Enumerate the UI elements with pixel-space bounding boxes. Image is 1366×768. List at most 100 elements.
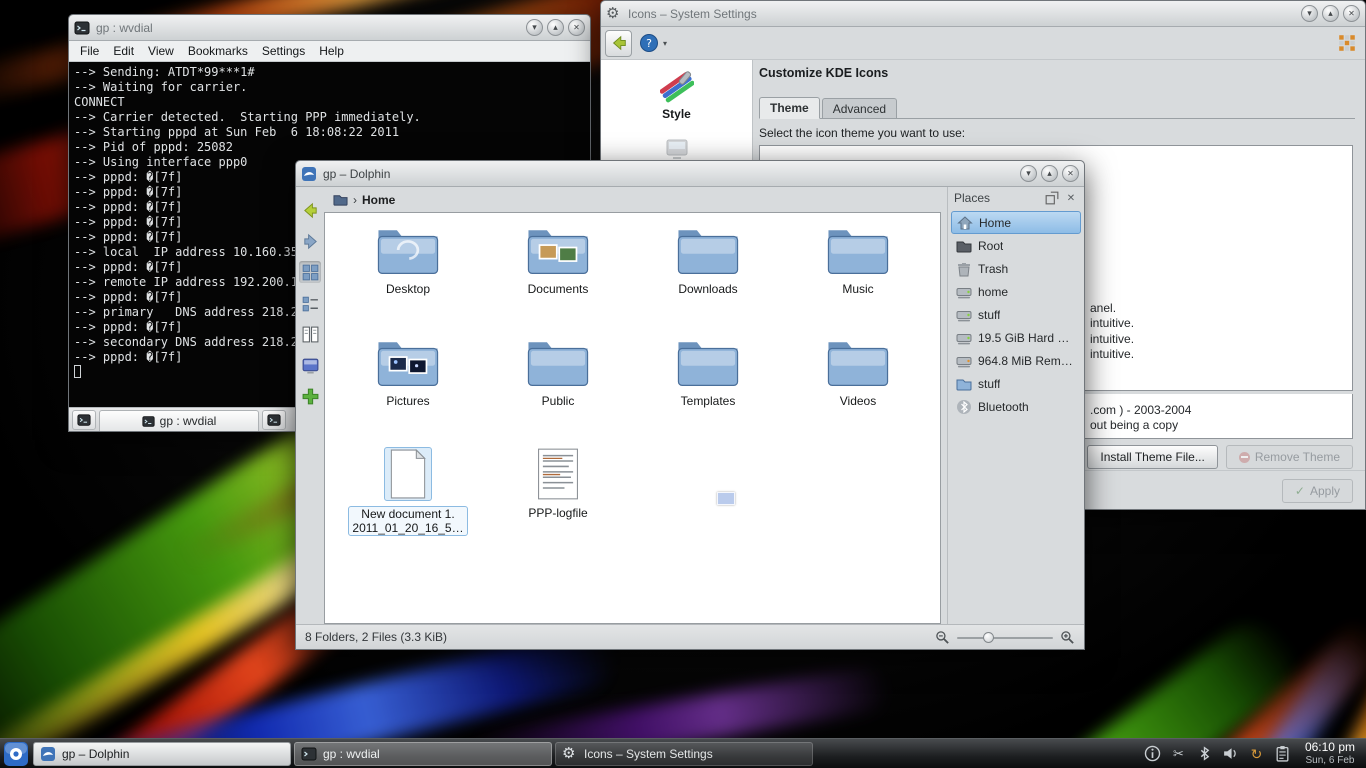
tab-list-button[interactable] <box>262 410 286 430</box>
file-entry[interactable]: Templates <box>633 335 783 447</box>
detach-panel-icon[interactable] <box>1045 191 1059 205</box>
clipboard-icon[interactable] <box>1274 745 1291 762</box>
place-item-19-5-gib-hard-drive[interactable]: 19.5 GiB Hard Drive <box>951 326 1081 349</box>
file-entry[interactable]: New document 1.2011_01_20_16_5… <box>333 447 483 559</box>
system-settings-icon: ⚙ <box>606 6 622 22</box>
help-button[interactable]: ? <box>639 33 659 53</box>
menu-help[interactable]: Help <box>312 42 351 60</box>
file-entry[interactable]: Documents <box>483 223 633 335</box>
remove-theme-button[interactable]: Remove Theme <box>1226 445 1353 469</box>
menu-view[interactable]: View <box>141 42 181 60</box>
apply-label: Apply <box>1310 484 1340 498</box>
place-item-bluetooth[interactable]: Bluetooth <box>951 395 1081 418</box>
dolphin-window-title: gp – Dolphin <box>323 167 390 181</box>
system-settings-titlebar[interactable]: ⚙ Icons – System Settings <box>601 1 1365 27</box>
zoom-in-icon[interactable] <box>1060 630 1075 645</box>
zoom-out-icon[interactable] <box>935 630 950 645</box>
maximize-button[interactable] <box>1041 165 1058 182</box>
menu-bookmarks[interactable]: Bookmarks <box>181 42 255 60</box>
hdd-icon <box>956 307 972 323</box>
close-button[interactable] <box>568 19 585 36</box>
terminal-line: --> Pid of pppd: 25082 <box>74 140 585 155</box>
ss-list-fragments: anel.intuitive.intuitive.intuitive. <box>1090 301 1134 362</box>
close-panel-icon[interactable]: ✕ <box>1064 191 1078 205</box>
breadcrumb-separator: › <box>353 193 357 207</box>
dolphin-view[interactable]: DesktopDocuments Downloads Music PicturesPu… <box>324 212 941 624</box>
klipper-icon[interactable]: ✂ <box>1170 745 1187 762</box>
system-settings-toolbar: ? ▾ <box>601 27 1365 60</box>
places-folder-icon[interactable] <box>333 192 348 207</box>
close-button[interactable] <box>1343 5 1360 22</box>
info-icon[interactable] <box>1144 745 1161 762</box>
entry-label: Downloads <box>678 282 737 296</box>
split-button[interactable] <box>299 385 321 407</box>
app-launcher-button[interactable] <box>3 741 29 767</box>
file-entry[interactable]: Videos <box>783 335 933 447</box>
description-fragment: .com ) - 2003-2004 <box>1090 403 1191 418</box>
place-item-stuff[interactable]: stuff <box>951 372 1081 395</box>
minimize-button[interactable] <box>1020 165 1037 182</box>
place-item-stuff[interactable]: stuff <box>951 303 1081 326</box>
file-entry[interactable]: Music <box>783 223 933 335</box>
volume-icon[interactable] <box>1222 745 1239 762</box>
place-item-home[interactable]: home <box>951 280 1081 303</box>
clock[interactable]: 06:10 pm Sun, 6 Feb <box>1303 741 1363 766</box>
terminal-line: --> Starting pppd at Sun Feb 6 18:08:22 … <box>74 125 585 140</box>
folder-icon <box>826 223 890 277</box>
zoom-slider-track[interactable] <box>957 637 1053 639</box>
file-entry[interactable]: Public <box>483 335 633 447</box>
menu-settings[interactable]: Settings <box>255 42 312 60</box>
entry-label: Music <box>842 282 873 296</box>
install-theme-button[interactable]: Install Theme File... <box>1087 445 1217 469</box>
remove-icon <box>1239 452 1250 463</box>
terminal-tab[interactable]: gp : wvdial <box>99 410 259 431</box>
zoom-slider[interactable] <box>957 630 1053 645</box>
terminal-titlebar[interactable]: gp : wvdial <box>69 15 590 41</box>
maximize-button[interactable] <box>547 19 564 36</box>
place-item-root[interactable]: Root <box>951 234 1081 257</box>
columns-view-button[interactable] <box>299 323 321 345</box>
file-entry[interactable]: Pictures <box>333 335 483 447</box>
file-entry[interactable]: Desktop <box>333 223 483 335</box>
menu-file[interactable]: File <box>73 42 106 60</box>
minimize-button[interactable] <box>1301 5 1318 22</box>
tab-advanced[interactable]: Advanced <box>822 98 897 118</box>
task-gp-dolphin[interactable]: gp – Dolphin <box>33 742 291 766</box>
task-gp-wvdial[interactable]: gp : wvdial <box>294 742 552 766</box>
file-entry[interactable]: PPP-logfile <box>483 447 633 559</box>
breadcrumb-home[interactable]: Home <box>362 193 395 207</box>
folder-root-icon <box>956 238 972 254</box>
list-item-fragment: intuitive. <box>1090 332 1134 347</box>
bluetooth-icon[interactable] <box>1196 745 1213 762</box>
overview-grid-icon[interactable] <box>1337 33 1357 53</box>
preview-button[interactable] <box>299 354 321 376</box>
maximize-button[interactable] <box>1322 5 1339 22</box>
back-button[interactable] <box>605 30 632 57</box>
close-button[interactable] <box>1062 165 1079 182</box>
place-item-964-8-mib-remov-[interactable]: 964.8 MiB Remov… <box>951 349 1081 372</box>
task-icons-system-settings[interactable]: ⚙Icons – System Settings <box>555 742 813 766</box>
menu-edit[interactable]: Edit <box>106 42 141 60</box>
icons-view-icon <box>301 263 320 282</box>
file-entry[interactable]: Downloads <box>633 223 783 335</box>
page-title: Customize KDE Icons <box>759 66 888 80</box>
details-view-button[interactable] <box>299 292 321 314</box>
terminal-line: --> Waiting for carrier. <box>74 80 585 95</box>
update-icon[interactable]: ↻ <box>1248 745 1265 762</box>
place-item-trash[interactable]: Trash <box>951 257 1081 280</box>
sidebar-item-style[interactable]: Style <box>660 70 694 121</box>
dolphin-titlebar[interactable]: gp – Dolphin <box>296 161 1084 187</box>
icons-view-button[interactable] <box>299 261 321 283</box>
new-tab-button[interactable] <box>72 410 96 430</box>
forward-button[interactable] <box>299 230 321 252</box>
apply-button[interactable]: ✓Apply <box>1282 479 1353 503</box>
sidebar-item-partial[interactable] <box>665 137 689 161</box>
tab-theme[interactable]: Theme <box>759 97 820 119</box>
zoom-slider-handle[interactable] <box>983 632 994 643</box>
terminal-icon <box>267 413 281 427</box>
terminal-line: --> Sending: ATDT*99***1# <box>74 65 585 80</box>
terminal-icon <box>142 415 155 428</box>
back-button[interactable] <box>299 199 321 221</box>
place-item-home[interactable]: Home <box>951 211 1081 234</box>
minimize-button[interactable] <box>526 19 543 36</box>
